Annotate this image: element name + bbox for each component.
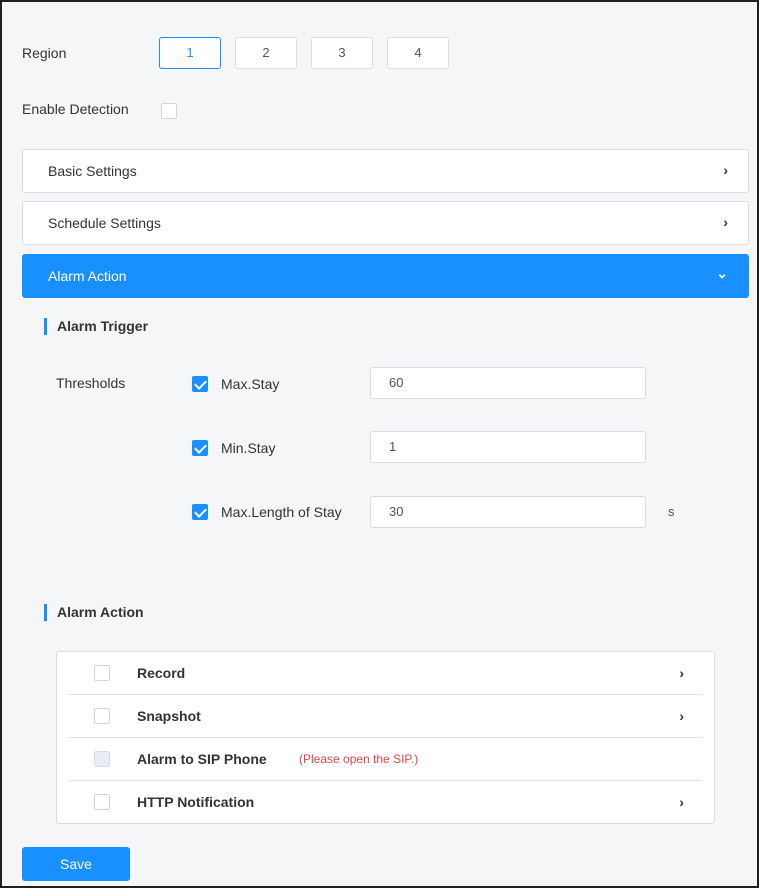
max-length-of-stay-input[interactable]: 30	[370, 496, 646, 528]
alarm-action-panel-title: Alarm Action	[48, 268, 127, 284]
schedule-settings-title: Schedule Settings	[48, 215, 161, 231]
region-button-1[interactable]: 1	[159, 37, 221, 69]
chevron-right-icon[interactable]: ›	[679, 708, 684, 724]
alarm-to-sip-phone-checkbox	[94, 751, 110, 767]
region-button-2[interactable]: 2	[235, 37, 297, 69]
chevron-down-icon: ⌄	[716, 265, 728, 281]
save-button[interactable]: Save	[22, 847, 130, 881]
record-checkbox[interactable]	[94, 665, 110, 681]
snapshot-label: Snapshot	[137, 708, 201, 724]
chevron-right-icon: ›	[723, 162, 728, 178]
schedule-settings-panel[interactable]: Schedule Settings ›	[22, 201, 749, 245]
enable-detection-checkbox[interactable]	[161, 103, 177, 119]
max-length-of-stay-checkbox[interactable]	[192, 504, 208, 520]
alarm-action-heading: Alarm Action	[44, 604, 144, 621]
chevron-right-icon: ›	[723, 214, 728, 230]
alarm-trigger-heading: Alarm Trigger	[44, 318, 148, 335]
sip-warning-note: (Please open the SIP.)	[299, 752, 419, 766]
snapshot-checkbox[interactable]	[94, 708, 110, 724]
alarm-action-panel[interactable]: Alarm Action ⌄	[22, 254, 749, 298]
region-button-3[interactable]: 3	[311, 37, 373, 69]
chevron-right-icon[interactable]: ›	[679, 665, 684, 681]
min-stay-label: Min.Stay	[221, 440, 276, 456]
chevron-right-icon[interactable]: ›	[679, 794, 684, 810]
list-item-http-notification[interactable]: HTTP Notification ›	[69, 781, 702, 824]
region-label: Region	[22, 45, 67, 61]
settings-frame: Region 1 2 3 4 Enable Detection Basic Se…	[0, 0, 759, 888]
max-stay-label: Max.Stay	[221, 376, 280, 392]
list-item-record[interactable]: Record ›	[69, 652, 702, 695]
basic-settings-panel[interactable]: Basic Settings ›	[22, 149, 749, 193]
list-item-snapshot[interactable]: Snapshot ›	[69, 695, 702, 738]
basic-settings-title: Basic Settings	[48, 163, 137, 179]
max-stay-checkbox[interactable]	[192, 376, 208, 392]
thresholds-label: Thresholds	[56, 375, 126, 391]
seconds-unit: s	[668, 504, 675, 519]
alarm-to-sip-phone-label: Alarm to SIP Phone	[137, 751, 267, 767]
http-notification-checkbox[interactable]	[94, 794, 110, 810]
max-stay-input[interactable]: 60	[370, 367, 646, 399]
alarm-action-list: Record › Snapshot › Alarm to SIP Phone (…	[56, 651, 715, 824]
enable-detection-label: Enable Detection	[22, 101, 129, 117]
list-item-alarm-to-sip-phone: Alarm to SIP Phone (Please open the SIP.…	[69, 738, 702, 781]
record-label: Record	[137, 665, 186, 681]
min-stay-checkbox[interactable]	[192, 440, 208, 456]
min-stay-input[interactable]: 1	[370, 431, 646, 463]
max-length-of-stay-label: Max.Length of Stay	[221, 504, 342, 520]
region-button-4[interactable]: 4	[387, 37, 449, 69]
http-notification-label: HTTP Notification	[137, 794, 255, 810]
